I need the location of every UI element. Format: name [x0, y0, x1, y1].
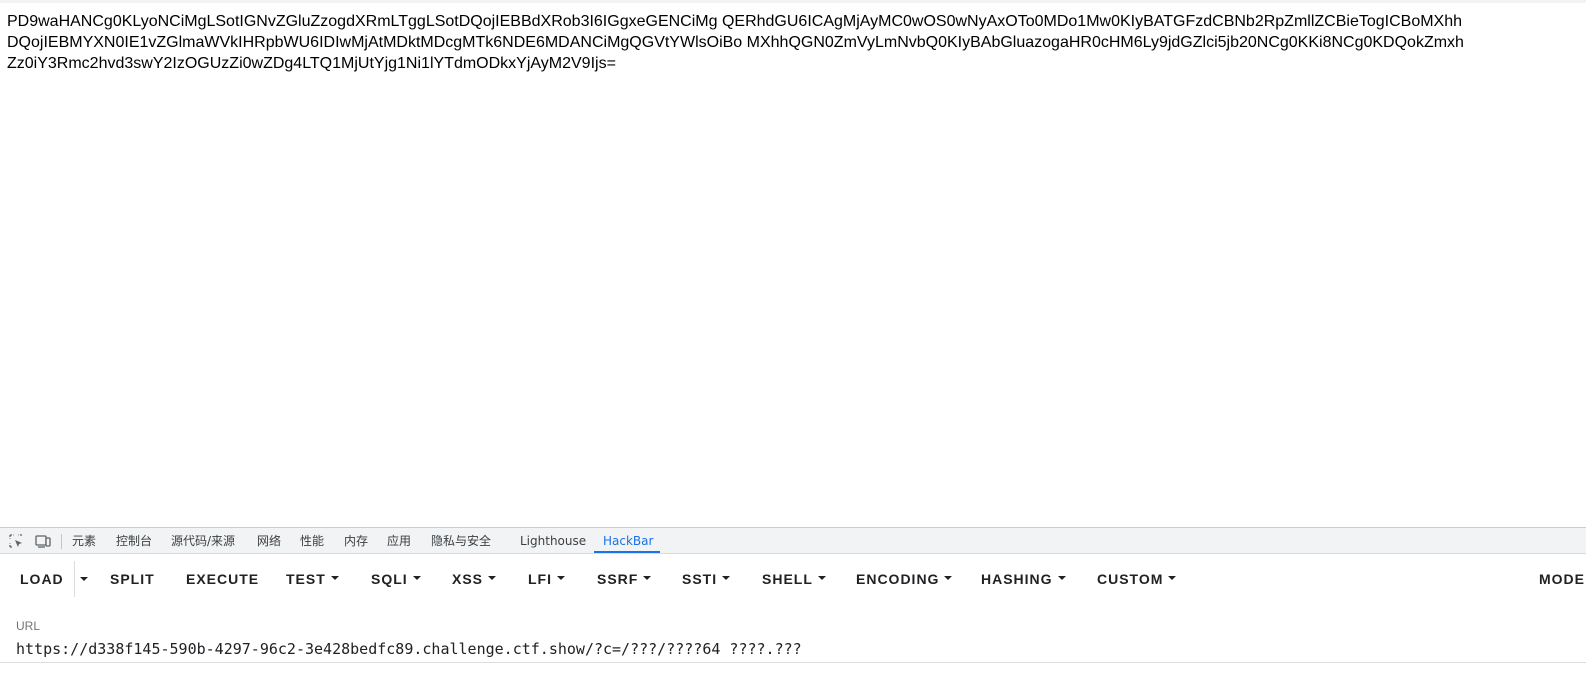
hashing-menu-button[interactable]: HASHING: [981, 571, 1066, 587]
shell-menu-label: SHELL: [762, 571, 813, 587]
ssrf-menu-label: SSRF: [597, 571, 639, 587]
caret-down-icon: [643, 576, 652, 581]
tab-application[interactable]: 应用: [387, 534, 411, 548]
caret-down-icon: [488, 576, 497, 581]
ssti-menu-button[interactable]: SSTI: [682, 571, 731, 587]
custom-menu-button[interactable]: CUSTOM: [1097, 571, 1177, 587]
output-line: DQojIEBMYXN0IE1vZGlmaWVkIHRpbWU6IDIwMjAt…: [7, 34, 1464, 51]
inspect-element-icon[interactable]: [8, 533, 24, 549]
tab-hackbar[interactable]: HackBar: [603, 534, 653, 548]
caret-down-icon: [722, 576, 731, 581]
execute-button[interactable]: EXECUTE: [186, 571, 259, 587]
lfi-menu-label: LFI: [528, 571, 552, 587]
output-line: Zz0iY3Rmc2hvd3swY2IzOGUzZi0wZDg4LTQ1MjUt…: [7, 55, 616, 72]
load-button[interactable]: LOAD: [20, 571, 64, 587]
encoding-menu-label: ENCODING: [856, 571, 940, 587]
encoding-menu-button[interactable]: ENCODING: [856, 571, 953, 587]
caret-down-icon: [330, 576, 339, 581]
tab-performance[interactable]: 性能: [300, 534, 324, 548]
url-input[interactable]: https://d338f145-590b-4297-96c2-3e428bed…: [16, 640, 1576, 658]
toolbar-divider: [61, 534, 62, 549]
custom-menu-label: CUSTOM: [1097, 571, 1164, 587]
tab-lighthouse[interactable]: Lighthouse: [520, 534, 586, 548]
caret-down-icon: [817, 576, 826, 581]
ssrf-menu-button[interactable]: SSRF: [597, 571, 652, 587]
tab-privacy-security[interactable]: 隐私与安全: [431, 534, 491, 548]
shell-menu-button[interactable]: SHELL: [762, 571, 826, 587]
caret-down-icon: [557, 576, 565, 581]
tab-console[interactable]: 控制台: [116, 534, 152, 548]
active-tab-indicator: [594, 551, 660, 553]
ssti-menu-label: SSTI: [682, 571, 718, 587]
xss-menu-label: XSS: [452, 571, 484, 587]
split-button[interactable]: SPLIT: [110, 571, 155, 587]
mode-menu-button[interactable]: MODE: [1539, 571, 1586, 587]
page-top-border: [0, 0, 1586, 3]
caret-down-icon: [412, 576, 421, 581]
caret-down-icon[interactable]: [80, 577, 88, 581]
hackbar-toolbar: LOAD SPLIT EXECUTE TEST SQLI XSS LFI SSR…: [0, 555, 1586, 603]
tab-elements[interactable]: 元素: [72, 534, 96, 548]
devtools-tab-bar: 元素 控制台 源代码/来源 网络 性能 内存 应用 隐私与安全 Lighthou…: [0, 527, 1586, 554]
tab-sources[interactable]: 源代码/来源: [171, 534, 235, 548]
url-field-label: URL: [16, 619, 41, 633]
page-output-text: PD9waHANCg0KLyoNCiMgLSotIGNvZGluZzogdXRm…: [7, 11, 1581, 74]
output-line: PD9waHANCg0KLyoNCiMgLSotIGNvZGluZzogdXRm…: [7, 13, 1463, 30]
load-button-divider: [74, 561, 75, 597]
tab-network[interactable]: 网络: [257, 534, 281, 548]
caret-down-icon: [1057, 576, 1066, 581]
sqli-menu-button[interactable]: SQLI: [371, 571, 421, 587]
url-input-underline: [0, 662, 1586, 663]
lfi-menu-button[interactable]: LFI: [528, 571, 565, 587]
device-toolbar-icon[interactable]: [34, 533, 51, 549]
hashing-menu-label: HASHING: [981, 571, 1053, 587]
devtools-panel: 元素 控制台 源代码/来源 网络 性能 内存 应用 隐私与安全 Lighthou…: [0, 527, 1586, 676]
sqli-menu-label: SQLI: [371, 571, 408, 587]
test-menu-button[interactable]: TEST: [286, 571, 339, 587]
caret-down-icon: [1168, 576, 1177, 581]
xss-menu-button[interactable]: XSS: [452, 571, 497, 587]
test-menu-label: TEST: [286, 571, 326, 587]
tab-memory[interactable]: 内存: [344, 534, 368, 548]
caret-down-icon: [944, 576, 953, 581]
